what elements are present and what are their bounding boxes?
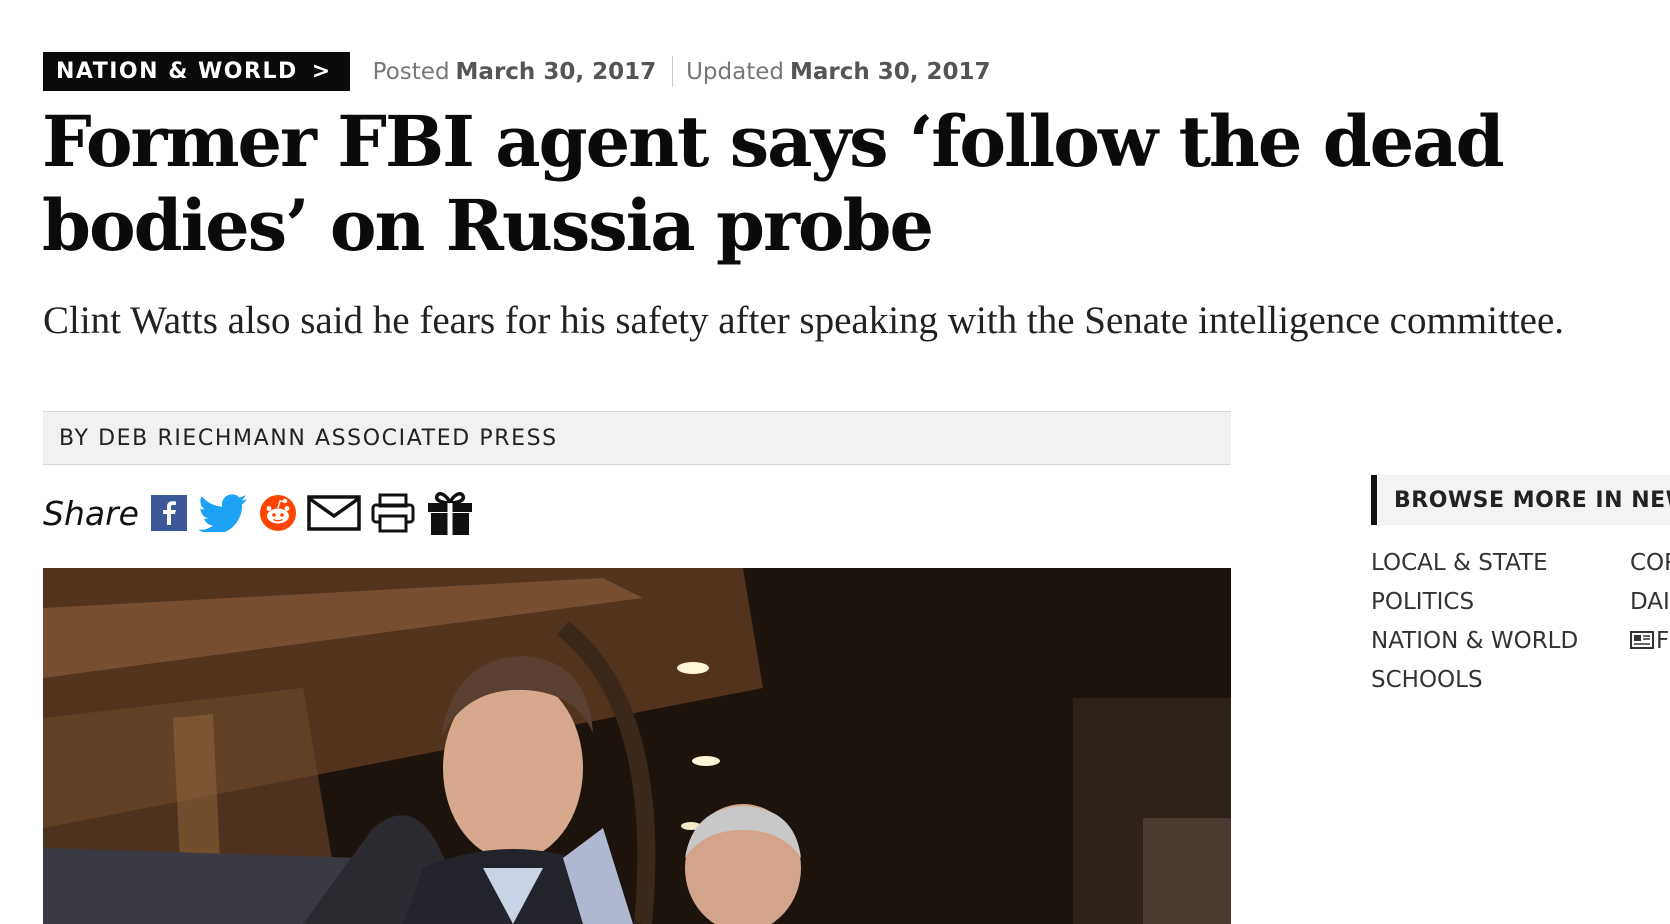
posted-label: Posted: [372, 58, 450, 85]
byline-bar: BY DEB RIECHMANN ASSOCIATED PRESS: [43, 411, 1231, 465]
browse-link-cor[interactable]: COR: [1630, 545, 1670, 584]
sidebar-title: BROWSE MORE IN NEWS: [1371, 475, 1670, 525]
chevron-right-icon: >: [311, 59, 332, 84]
share-bar: Share: [43, 488, 485, 538]
facebook-icon[interactable]: [150, 495, 187, 531]
browse-link-politics[interactable]: POLITICS: [1371, 584, 1578, 623]
email-icon[interactable]: [307, 495, 361, 531]
lead-photo: [43, 568, 1231, 924]
browse-link-local-state[interactable]: LOCAL & STATE: [1371, 545, 1578, 584]
browse-link-dai[interactable]: DAI: [1630, 584, 1670, 623]
posted-date: March 30, 2017: [455, 58, 657, 85]
article-meta: NATION & WORLD > Posted March 30, 2017 U…: [43, 52, 991, 91]
gift-icon[interactable]: [425, 490, 475, 536]
reddit-icon[interactable]: [259, 494, 297, 532]
article-dek: Clint Watts also said he fears for his s…: [43, 299, 1565, 342]
browse-link-nation-world[interactable]: NATION & WORLD: [1371, 623, 1578, 662]
byline-text: BY DEB RIECHMANN ASSOCIATED PRESS: [59, 425, 558, 451]
lead-photo-graphic: [43, 568, 1231, 924]
browse-link-schools[interactable]: SCHOOLS: [1371, 662, 1578, 701]
browse-list-primary: LOCAL & STATE POLITICS NATION & WORLD SC…: [1371, 545, 1578, 701]
updated-date: March 30, 2017: [789, 58, 991, 85]
twitter-icon[interactable]: [197, 494, 249, 532]
section-tag-label: NATION & WORLD: [56, 59, 298, 84]
sidebar-title-text: BROWSE MORE IN NEWS: [1394, 487, 1670, 513]
browse-link-f[interactable]: F: [1630, 623, 1670, 662]
browse-list-secondary: COR DAI F: [1630, 545, 1670, 662]
share-label: Share: [43, 493, 139, 533]
browse-link-f-label: F: [1656, 628, 1670, 654]
article-headline: Former FBI agent says ‘follow the dead b…: [42, 100, 1505, 267]
print-icon[interactable]: [371, 493, 415, 533]
date-divider: [672, 56, 674, 87]
newspaper-icon: [1630, 624, 1654, 660]
date-info: Posted March 30, 2017 Updated March 30, …: [373, 56, 991, 87]
updated-label: Updated: [686, 58, 784, 85]
section-tag-link[interactable]: NATION & WORLD >: [43, 52, 350, 91]
